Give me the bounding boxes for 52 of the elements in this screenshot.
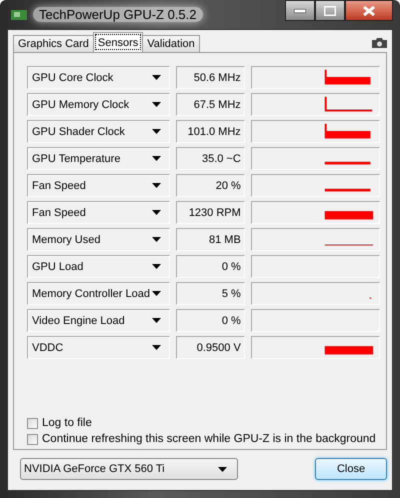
caret-icon xyxy=(152,102,162,107)
sensor-reading: 0.9500 V xyxy=(176,336,245,359)
sensor-dropdown[interactable]: GPU Core Clock xyxy=(27,66,170,89)
sensor-reading: 0 % xyxy=(176,255,245,278)
graphics-card-icon xyxy=(11,8,27,20)
minimize-button[interactable] xyxy=(285,0,315,21)
sensor-dropdown[interactable]: GPU Memory Clock xyxy=(27,93,170,116)
checkbox-label: Continue refreshing this screen while GPU-Z is in the background xyxy=(42,433,376,445)
sensor-reading: 101.0 MHz xyxy=(176,120,245,143)
caret-icon xyxy=(152,129,162,134)
sensor-dropdown[interactable]: GPU Load xyxy=(27,255,170,278)
checkbox[interactable] xyxy=(27,434,38,444)
checkbox[interactable] xyxy=(27,418,38,428)
sensor-dropdown[interactable]: Fan Speed xyxy=(27,174,170,197)
sensor-dropdown[interactable]: VDDC xyxy=(27,336,170,359)
caret-icon xyxy=(152,291,162,296)
caret-icon xyxy=(152,183,162,188)
caret-icon xyxy=(152,237,162,242)
tab[interactable]: Graphics Card xyxy=(13,35,94,52)
sensor-reading: 67.5 MHz xyxy=(176,93,245,116)
sensor-dropdown[interactable]: Video Engine Load xyxy=(27,309,170,332)
caret-icon xyxy=(152,264,162,269)
checkbox-label: Log to file xyxy=(42,417,92,429)
sensor-dropdown[interactable]: Memory Controller Load xyxy=(27,282,170,305)
device-dropdown[interactable]: NVIDIA GeForce GTX 560 Ti xyxy=(20,458,238,480)
caret-icon xyxy=(152,156,162,161)
sensor-reading: 50.6 MHz xyxy=(176,66,245,89)
maximize-icon xyxy=(324,6,336,16)
sensor-reading: 20 % xyxy=(176,174,245,197)
maximize-button[interactable] xyxy=(315,0,345,21)
caret-icon xyxy=(152,318,162,323)
close-window-button[interactable] xyxy=(345,0,393,21)
sensor-reading: 35.0 ~C xyxy=(176,147,245,170)
caret-icon xyxy=(152,75,162,80)
window-title: TechPowerUp GPU-Z 0.5.2 xyxy=(33,7,203,22)
camera-icon[interactable] xyxy=(372,38,387,48)
sensor-reading: 5 % xyxy=(176,282,245,305)
caret-icon xyxy=(218,466,227,472)
close-button[interactable]: Close xyxy=(315,458,387,480)
sensor-dropdown[interactable]: GPU Shader Clock xyxy=(27,120,170,143)
caret-icon xyxy=(152,210,162,215)
sensor-dropdown[interactable]: Fan Speed xyxy=(27,201,170,224)
tab[interactable]: Validation xyxy=(142,35,200,52)
minimize-icon xyxy=(294,8,306,12)
tab[interactable]: Sensors xyxy=(92,32,144,52)
sensor-dropdown[interactable]: Memory Used xyxy=(27,228,170,251)
sensor-reading: 81 MB xyxy=(176,228,245,251)
caret-icon xyxy=(152,345,162,350)
sensor-dropdown[interactable]: GPU Temperature xyxy=(27,147,170,170)
close-icon xyxy=(363,6,375,16)
sensor-reading: 1230 RPM xyxy=(176,201,245,224)
sensor-reading: 0 % xyxy=(176,309,245,332)
